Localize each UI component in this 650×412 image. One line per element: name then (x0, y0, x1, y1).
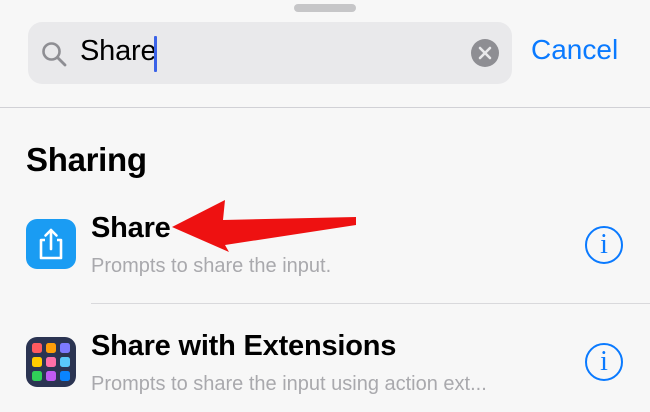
cancel-button[interactable]: Cancel (531, 34, 618, 66)
share-icon (26, 219, 76, 269)
list-item-share[interactable]: Share Prompts to share the input. i (0, 198, 650, 298)
action-subtitle: Prompts to share the input. (91, 255, 332, 277)
clear-search-icon[interactable] (471, 39, 499, 67)
action-title: Share (91, 212, 171, 244)
action-title: Share with Extensions (91, 330, 397, 362)
search-bar: Share Cancel (0, 22, 650, 86)
action-subtitle: Prompts to share the input using action … (91, 373, 487, 395)
extensions-grid-icon (26, 337, 76, 387)
text-cursor (154, 36, 157, 72)
info-icon[interactable]: i (585, 226, 623, 264)
search-icon (42, 42, 67, 67)
info-icon[interactable]: i (585, 343, 623, 381)
list-item-share-with-extensions[interactable]: Share with Extensions Prompts to share t… (0, 318, 650, 412)
action-search-sheet: Share Cancel Sharing Share Prompts to sh… (0, 0, 650, 412)
search-divider (0, 107, 650, 108)
row-divider (91, 303, 650, 304)
search-query-text[interactable]: Share (80, 35, 157, 68)
section-title-sharing: Sharing (26, 141, 147, 178)
sheet-grabber-handle[interactable] (294, 4, 356, 12)
